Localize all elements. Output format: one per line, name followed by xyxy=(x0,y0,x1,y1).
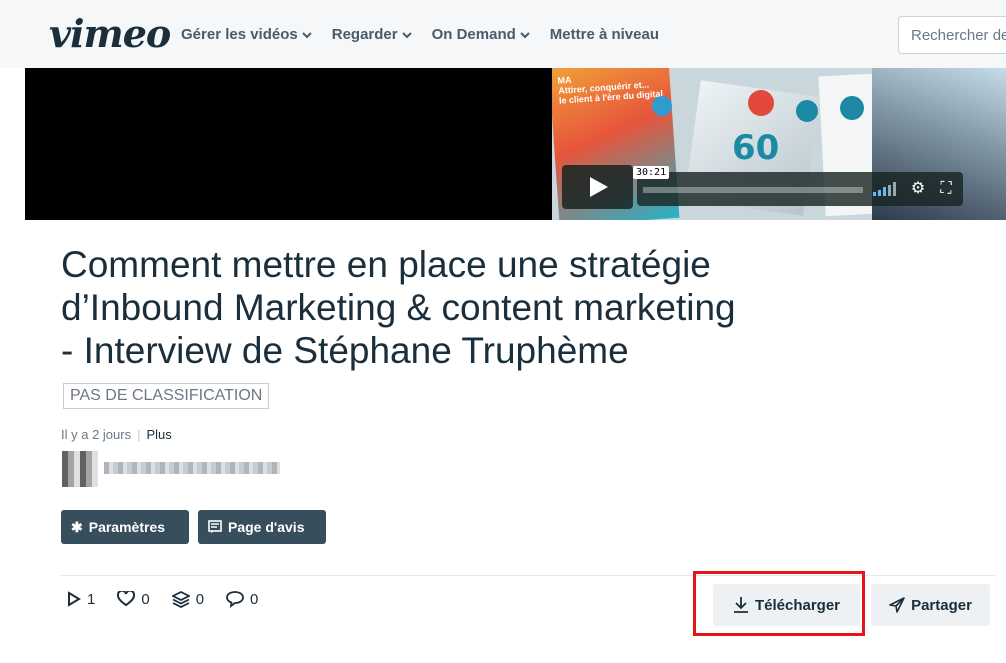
video-stats: 1 0 0 0 xyxy=(67,590,258,608)
comments-count: 0 xyxy=(250,590,259,608)
video-meta: Il y a 2 jours | Plus xyxy=(61,427,172,443)
review-page-button-label: Page d'avis xyxy=(228,519,305,535)
main-nav: Gérer les vidéos Regarder On Demand Mett… xyxy=(181,25,659,45)
search-input[interactable] xyxy=(898,16,1006,54)
plays-stat[interactable]: 1 xyxy=(67,590,95,608)
nav-upgrade-label: Mettre à niveau xyxy=(549,26,659,43)
play-count-icon xyxy=(68,591,81,607)
video-title: Comment mettre en place une stratégie d’… xyxy=(61,243,841,372)
likes-count: 0 xyxy=(141,590,150,608)
review-page-button[interactable]: Page d'avis xyxy=(198,510,326,544)
more-link[interactable]: Plus xyxy=(146,427,171,442)
heart-icon xyxy=(117,591,136,607)
settings-gear-icon[interactable]: ⚙ xyxy=(909,180,927,198)
decor-circle xyxy=(796,100,818,122)
nav-watch-label: Regarder xyxy=(331,26,398,43)
progress-bar[interactable] xyxy=(643,187,863,193)
nav-watch[interactable]: Regarder xyxy=(332,25,412,45)
owner-name-blurred[interactable] xyxy=(104,462,280,474)
rating-badge[interactable]: PAS DE CLASSIFICATION xyxy=(63,383,270,409)
video-player[interactable]: MA Attirer, conquérir et... le client à … xyxy=(25,68,1006,220)
fullscreen-icon[interactable]: ⛶ xyxy=(937,180,955,198)
comment-icon xyxy=(226,591,244,608)
meta-separator: | xyxy=(137,427,141,442)
play-icon xyxy=(590,177,608,197)
decor-circle xyxy=(748,90,774,116)
collections-stat[interactable]: 0 xyxy=(171,590,205,608)
volume-icon[interactable] xyxy=(873,182,901,196)
player-controls: ⚙ ⛶ xyxy=(637,172,963,206)
gear-icon: ✱ xyxy=(71,518,83,535)
nav-upgrade[interactable]: Mettre à niveau xyxy=(550,25,659,45)
upload-age: Il y a 2 jours xyxy=(61,427,132,442)
chevron-down-icon xyxy=(520,32,530,39)
top-navigation-bar: vimeo Gérer les vidéos Regarder On Deman… xyxy=(0,0,1006,68)
book-cover-text: MA Attirer, conquérir et... le client à … xyxy=(557,74,664,106)
share-button[interactable]: Partager xyxy=(871,584,990,626)
nav-manage-videos[interactable]: Gérer les vidéos xyxy=(181,25,312,45)
play-button[interactable] xyxy=(562,165,633,209)
timecode-tooltip: 30:21 xyxy=(633,166,670,179)
share-button-label: Partager xyxy=(911,596,972,614)
comments-stat[interactable]: 0 xyxy=(226,590,258,608)
settings-button-label: Paramètres xyxy=(88,519,166,535)
owner-avatar[interactable] xyxy=(62,451,98,487)
send-icon xyxy=(889,597,905,613)
decor-circle xyxy=(652,96,672,116)
layers-icon xyxy=(171,590,190,608)
cube-number: 60 xyxy=(732,128,780,168)
chevron-down-icon xyxy=(401,32,412,39)
video-title-line: d’Inbound Marketing & content marketing xyxy=(61,287,736,328)
video-title-line: Comment mettre en place une stratégie xyxy=(61,244,711,285)
nav-manage-videos-label: Gérer les vidéos xyxy=(181,26,298,43)
video-title-line: - Interview de Stéphane Truphème xyxy=(61,330,629,371)
download-highlight-box xyxy=(693,571,865,636)
collections-count: 0 xyxy=(195,590,205,608)
vimeo-logo[interactable]: vimeo xyxy=(49,10,171,58)
review-page-icon xyxy=(208,520,222,534)
settings-button[interactable]: ✱ Paramètres xyxy=(61,510,189,544)
plays-count: 1 xyxy=(87,590,96,608)
likes-stat[interactable]: 0 xyxy=(117,590,150,608)
nav-on-demand-label: On Demand xyxy=(431,26,516,43)
nav-on-demand[interactable]: On Demand xyxy=(432,25,530,45)
decor-circle xyxy=(840,96,864,120)
chevron-down-icon xyxy=(302,32,312,39)
